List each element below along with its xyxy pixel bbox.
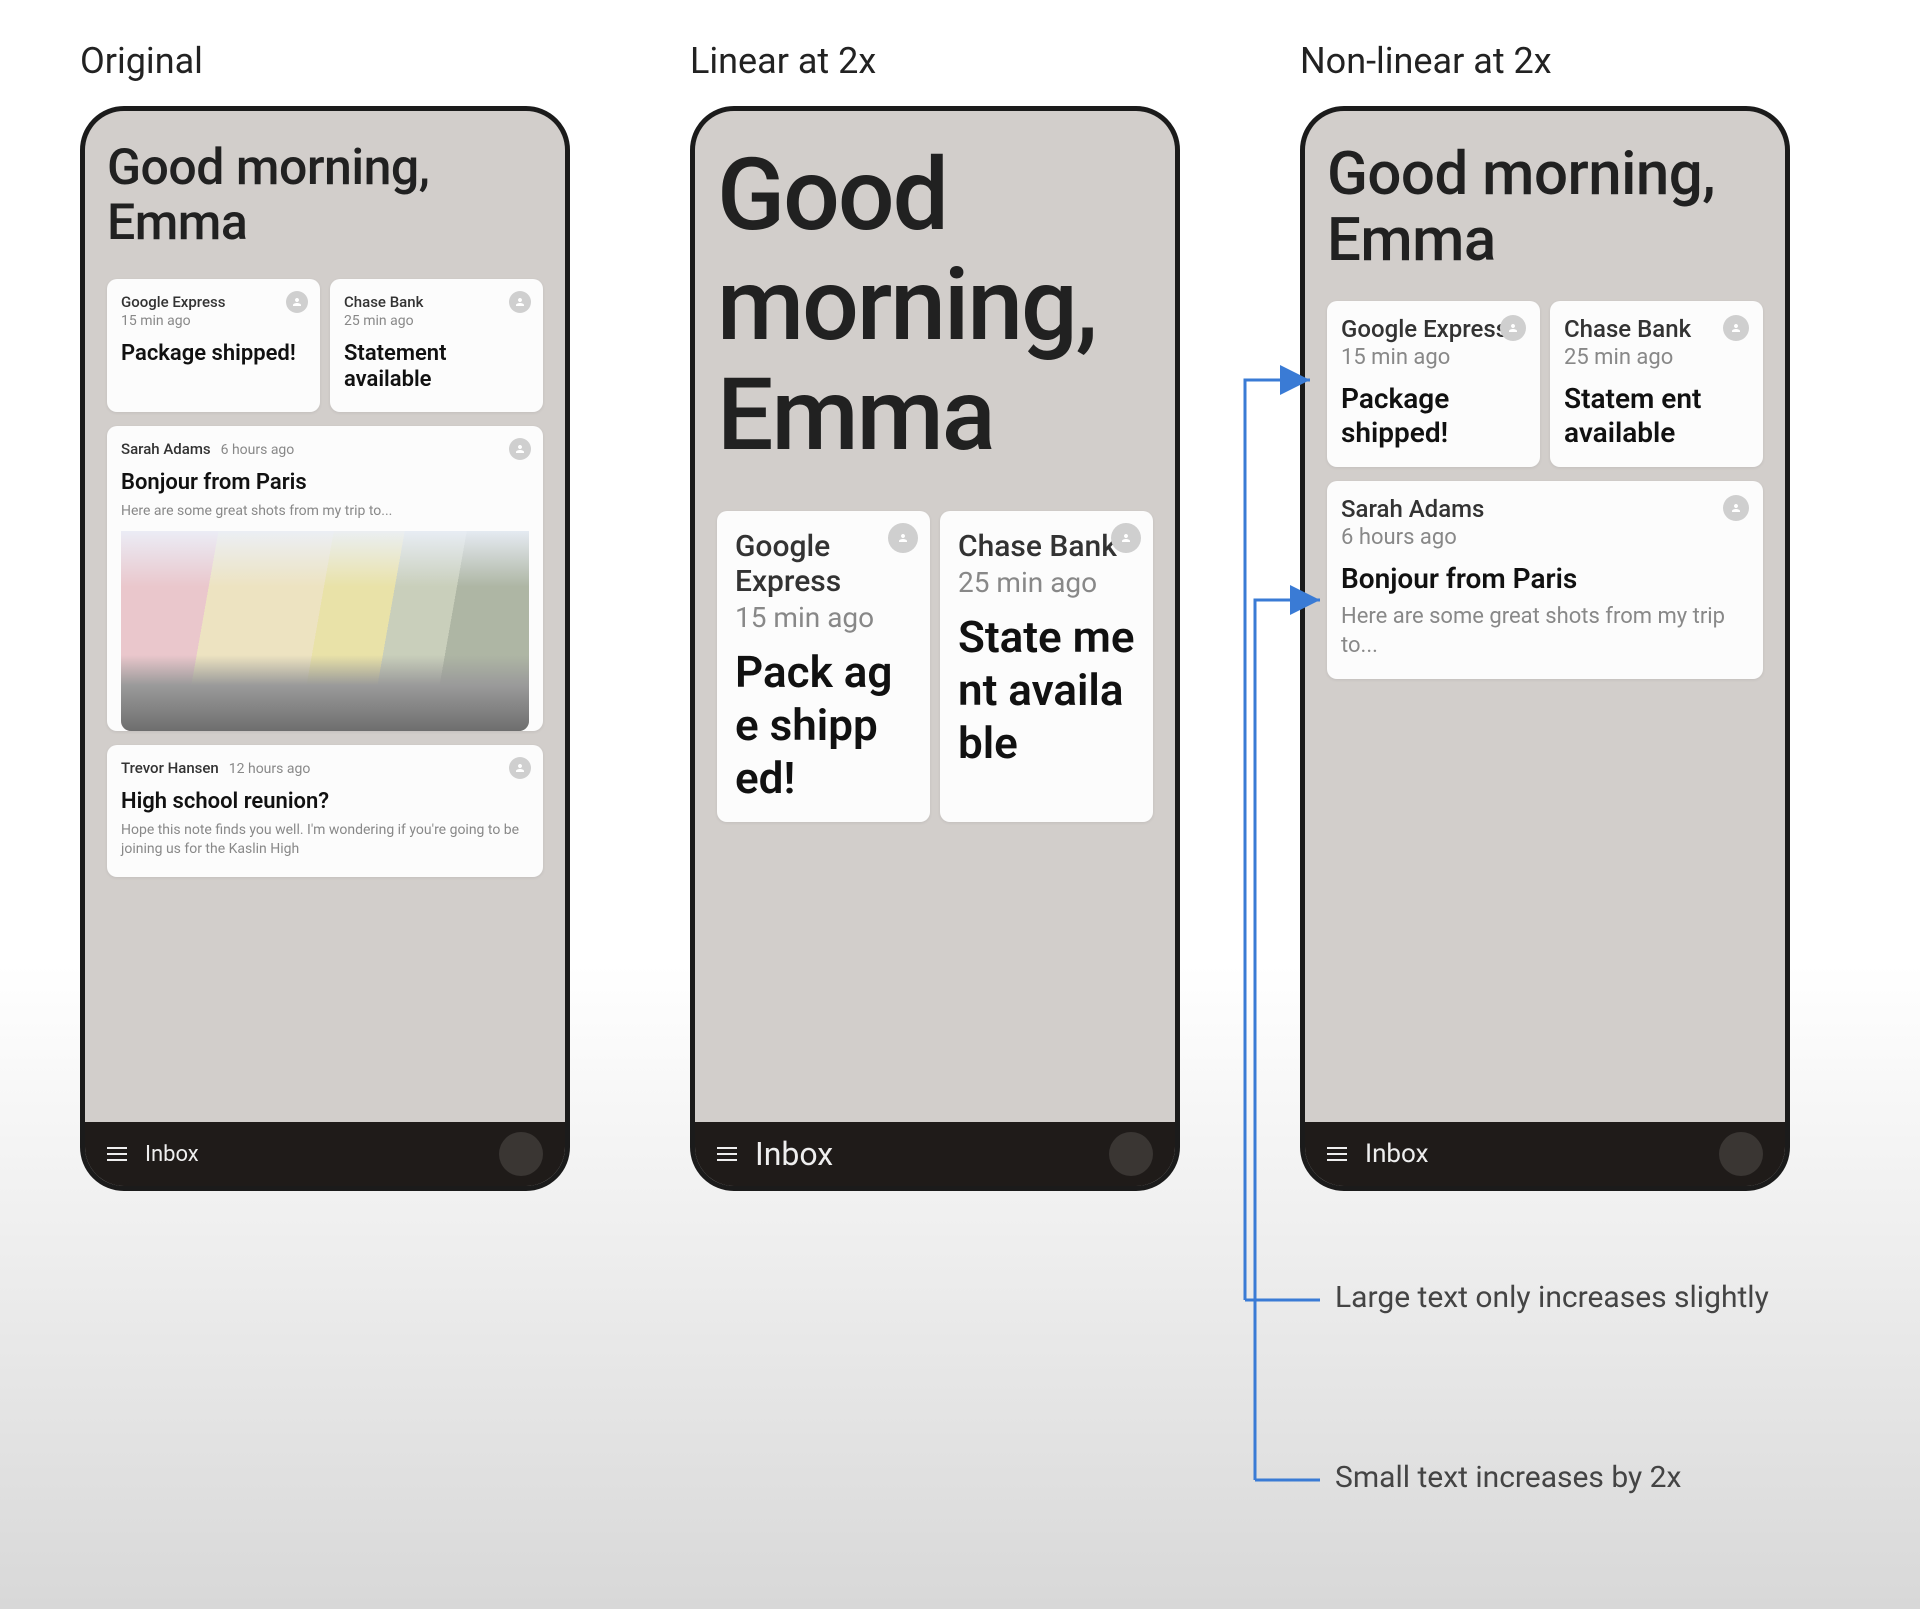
person-icon: [1723, 315, 1749, 341]
card-image-paris: [121, 531, 529, 731]
card-chase-bank[interactable]: Chase Bank 25 min ago State ment availa …: [940, 511, 1153, 822]
phone-content: Good morning, Emma Google Express 15 min…: [695, 111, 1175, 1122]
card-message: Package shipped!: [1341, 382, 1526, 449]
card-source: Sarah Adams: [1341, 495, 1749, 523]
card-source: Google Express: [1341, 315, 1526, 343]
person-icon: [509, 438, 531, 460]
fab-button[interactable]: [1109, 1132, 1153, 1176]
card-message: Statement available: [344, 341, 529, 394]
card-time: 25 min ago: [958, 566, 1135, 599]
column-title: Original: [80, 40, 570, 82]
card-sub: Hope this note finds you well. I'm wonde…: [121, 821, 529, 859]
card-time: 15 min ago: [735, 601, 912, 634]
card-google-express[interactable]: Google Express 15 min ago Package shippe…: [107, 279, 320, 412]
column-original: Original Good morning, Emma Google Expre…: [80, 40, 570, 1191]
card-google-express[interactable]: Google Express 15 min ago Pack age shipp…: [717, 511, 930, 822]
annotation-small-text: Small text increases by 2x: [1335, 1458, 1681, 1497]
fab-button[interactable]: [1719, 1132, 1763, 1176]
menu-icon[interactable]: [717, 1147, 737, 1161]
fab-button[interactable]: [499, 1132, 543, 1176]
card-source: Chase Bank: [1564, 315, 1749, 343]
phone-frame-nonlinear: Good morning, Emma Google Express 15 min…: [1300, 106, 1790, 1191]
person-icon: [888, 523, 918, 553]
card-time: 15 min ago: [1341, 345, 1526, 370]
bottom-bar: Inbox: [85, 1122, 565, 1186]
phone-content: Good morning, Emma Google Express 15 min…: [1305, 111, 1785, 1122]
bottom-label: Inbox: [145, 1142, 199, 1167]
phone-frame-original: Good morning, Emma Google Express 15 min…: [80, 106, 570, 1191]
card-source: Google Express: [121, 293, 306, 311]
card-source: Trevor Hansen: [121, 759, 219, 777]
card-title: High school reunion?: [121, 789, 529, 815]
card-message: Statem ent available: [1564, 382, 1749, 449]
person-icon: [1111, 523, 1141, 553]
card-time: 25 min ago: [344, 313, 529, 329]
bottom-bar: Inbox: [695, 1122, 1175, 1186]
annotation-large-text: Large text only increases slightly: [1335, 1278, 1769, 1317]
column-linear: Linear at 2x Good morning, Emma Google E…: [690, 40, 1180, 1191]
card-time: 12 hours ago: [229, 761, 311, 777]
card-row: Google Express 15 min ago Package shippe…: [107, 279, 543, 412]
card-chase-bank[interactable]: Chase Bank 25 min ago Statem ent availab…: [1550, 301, 1763, 467]
card-sub: Here are some great shots from my trip t…: [121, 502, 529, 521]
person-icon: [1500, 315, 1526, 341]
card-google-express[interactable]: Google Express 15 min ago Package shippe…: [1327, 301, 1540, 467]
card-message: State ment availa ble: [958, 611, 1135, 769]
person-icon: [1723, 495, 1749, 521]
card-time: 6 hours ago: [1341, 525, 1749, 550]
card-message: Pack age shipp ed!: [735, 646, 912, 804]
card-title: Bonjour from Paris: [1341, 562, 1749, 596]
bottom-label: Inbox: [755, 1135, 833, 1173]
menu-icon[interactable]: [1327, 1147, 1347, 1161]
phone-frame-linear: Good morning, Emma Google Express 15 min…: [690, 106, 1180, 1191]
menu-icon[interactable]: [107, 1147, 127, 1161]
card-message: Package shipped!: [121, 341, 306, 367]
card-sarah[interactable]: Sarah Adams 6 hours ago Bonjour from Par…: [107, 426, 543, 731]
card-title: Bonjour from Paris: [121, 470, 529, 496]
card-time: 6 hours ago: [221, 442, 295, 458]
column-title: Linear at 2x: [690, 40, 1180, 82]
greeting-text: Good morning, Emma: [717, 141, 1153, 471]
card-source: Google Express: [735, 529, 912, 599]
phone-content: Good morning, Emma Google Express 15 min…: [85, 111, 565, 1122]
card-sub: Here are some great shots from my trip t…: [1341, 602, 1749, 661]
card-row: Google Express 15 min ago Pack age shipp…: [717, 511, 1153, 822]
card-source: Sarah Adams: [121, 440, 211, 458]
greeting-text: Good morning, Emma: [107, 141, 543, 251]
card-sarah[interactable]: Sarah Adams 6 hours ago Bonjour from Par…: [1327, 481, 1763, 679]
card-trevor[interactable]: Trevor Hansen 12 hours ago High school r…: [107, 745, 543, 877]
card-time: 15 min ago: [121, 313, 306, 329]
bottom-label: Inbox: [1365, 1139, 1429, 1169]
column-title: Non-linear at 2x: [1300, 40, 1790, 82]
card-time: 25 min ago: [1564, 345, 1749, 370]
card-row: Google Express 15 min ago Package shippe…: [1327, 301, 1763, 467]
person-icon: [509, 757, 531, 779]
person-icon: [509, 291, 531, 313]
bottom-bar: Inbox: [1305, 1122, 1785, 1186]
card-source: Chase Bank: [958, 529, 1135, 564]
person-icon: [286, 291, 308, 313]
card-source: Chase Bank: [344, 293, 529, 311]
greeting-text: Good morning, Emma: [1327, 141, 1763, 273]
card-chase-bank[interactable]: Chase Bank 25 min ago Statement availabl…: [330, 279, 543, 412]
comparison-stage: Original Good morning, Emma Google Expre…: [0, 0, 1920, 1231]
column-nonlinear: Non-linear at 2x Good morning, Emma Goog…: [1300, 40, 1790, 1191]
